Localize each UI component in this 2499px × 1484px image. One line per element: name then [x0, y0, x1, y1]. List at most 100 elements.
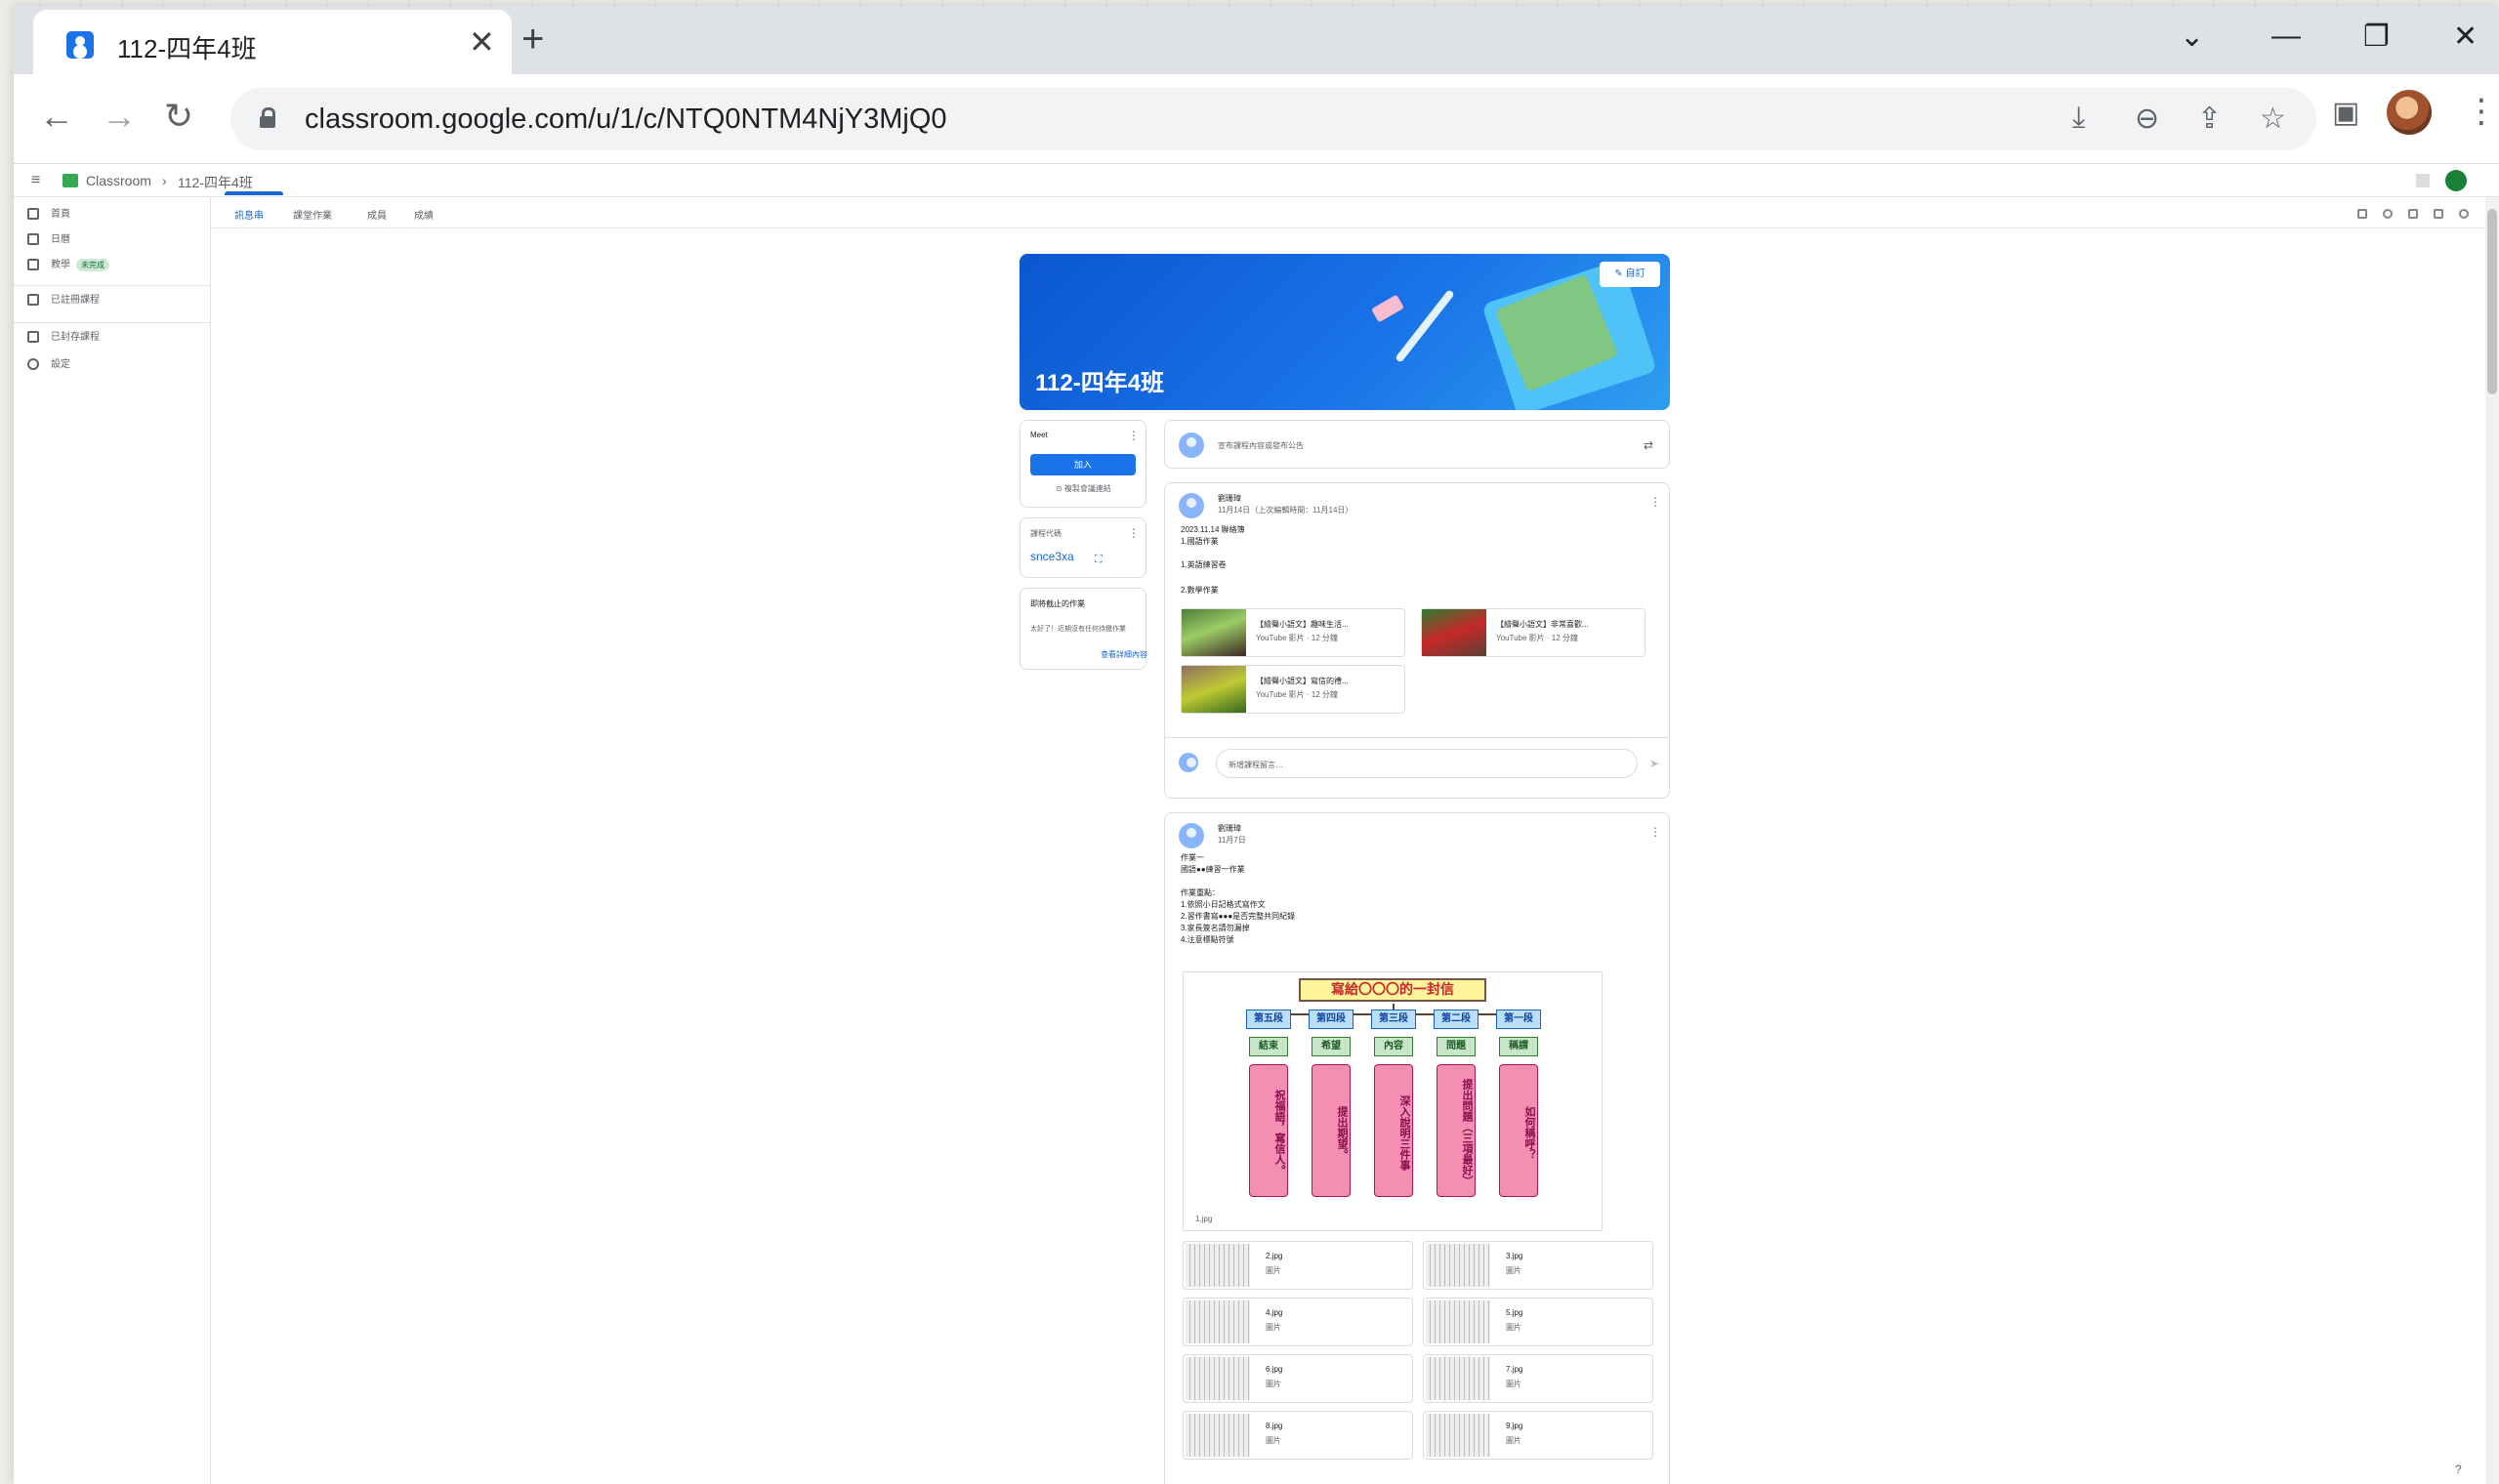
author-avatar — [1179, 493, 1204, 518]
image-caption: 1.jpg — [1195, 1215, 1213, 1223]
main-menu-icon[interactable]: ≡ — [31, 172, 40, 189]
close-window-button[interactable]: ✕ — [2453, 20, 2478, 54]
user-avatar — [1179, 433, 1204, 458]
attachment-type: 圖片 — [1266, 1266, 1281, 1275]
gear-icon[interactable] — [2459, 209, 2469, 219]
banner-title: 112-四年4班 — [1035, 370, 1165, 396]
image-attachment[interactable]: 3.jpg 圖片 — [1423, 1241, 1653, 1290]
tab-close-icon[interactable]: ✕ — [469, 23, 495, 61]
attachment-thumbnail — [1426, 1357, 1490, 1400]
account-avatar[interactable] — [2445, 170, 2467, 191]
archive-icon — [27, 331, 39, 344]
forward-button[interactable]: → — [102, 96, 137, 137]
letter-diagram-image[interactable]: 寫給〇〇〇的一封信 第五段 第四段 第三段 第二段 第一段 結束 希望 內容 問… — [1183, 971, 1603, 1231]
copy-meet-link[interactable]: ⊙ 複製會議連結 — [1056, 483, 1111, 494]
attachment-name: 2.jpg — [1266, 1252, 1283, 1260]
attachment-type: 圖片 — [1506, 1323, 1521, 1332]
video-attachment[interactable]: 【繪聲小語文】趣味生活... YouTube 影片 · 12 分鐘 — [1181, 608, 1405, 657]
meet-icon[interactable] — [2383, 209, 2393, 219]
image-attachment[interactable]: 4.jpg 圖片 — [1183, 1298, 1413, 1346]
image-attachment[interactable]: 9.jpg 圖片 — [1423, 1411, 1653, 1460]
breadcrumb-class[interactable]: 112-四年4班 — [178, 173, 253, 192]
join-button[interactable]: 加入 — [1030, 454, 1136, 475]
calendar-icon[interactable] — [2357, 209, 2367, 219]
view-all-link[interactable]: 查看詳細內容 — [1101, 649, 1147, 660]
reload-button[interactable]: ↻ — [164, 96, 193, 137]
attachment-name: 9.jpg — [1506, 1422, 1523, 1430]
diagram-header: 第四段 — [1309, 1010, 1354, 1029]
apps-grid-icon[interactable] — [2416, 174, 2430, 187]
comment-input[interactable]: 新增課程留言… — [1216, 749, 1638, 778]
sidebar-item-settings[interactable]: 設定 — [27, 355, 70, 381]
browser-menu-icon[interactable]: ⋮ — [2465, 92, 2498, 131]
attachment-thumbnail — [1426, 1300, 1490, 1343]
calendar-icon — [27, 233, 39, 246]
sidebar-item-teaching[interactable]: 教學 未完成 — [27, 256, 109, 281]
announce-placeholder[interactable]: 宣布課程內容或發布公告 — [1218, 440, 1304, 451]
tab-classwork[interactable]: 課堂作業 — [293, 207, 332, 222]
video-title: 【繪聲小語文】非常喜歡... — [1496, 620, 1589, 629]
tab-grades[interactable]: 成績 — [414, 207, 434, 222]
teaching-icon — [27, 259, 39, 271]
code-more-icon[interactable]: ⋮ — [1128, 526, 1140, 540]
tab-search-icon[interactable]: ⌄ — [2180, 20, 2204, 54]
restore-button[interactable]: ❐ — [2363, 20, 2390, 54]
browser-window: 112-四年4班 ✕ + ⌄ — ❐ ✕ ← → ↻ classroom.goo… — [14, 6, 2499, 1484]
customize-button[interactable]: ✎ 自訂 — [1600, 262, 1660, 287]
page-scrollbar[interactable] — [2485, 197, 2499, 1484]
profile-avatar[interactable] — [2387, 90, 2432, 135]
sidebar-item-label: 日曆 — [51, 234, 70, 245]
meet-more-icon[interactable]: ⋮ — [1128, 429, 1140, 442]
image-attachment[interactable]: 7.jpg 圖片 — [1423, 1354, 1653, 1403]
install-icon[interactable]: ⤓ — [2072, 102, 2085, 135]
send-icon[interactable]: ➤ — [1649, 757, 1659, 770]
video-title: 【繪聲小語文】寫信的禮... — [1256, 677, 1349, 685]
sidebar-item-label: 設定 — [51, 359, 70, 370]
back-button[interactable]: ← — [39, 96, 74, 137]
sidebar-item-enrolled[interactable]: 已註冊課程 — [27, 291, 100, 316]
share-icon[interactable]: ⇪ — [2197, 102, 2222, 136]
help-icon[interactable]: ? — [2455, 1463, 2462, 1476]
repost-icon[interactable]: ⇄ — [1644, 438, 1653, 452]
attachment-type: 圖片 — [1266, 1323, 1281, 1332]
commenter-avatar — [1179, 753, 1198, 772]
video-attachment[interactable]: 【繪聲小語文】寫信的禮... YouTube 影片 · 12 分鐘 — [1181, 665, 1405, 714]
post-more-icon[interactable]: ⋮ — [1649, 825, 1661, 839]
attachment-name: 4.jpg — [1266, 1308, 1283, 1317]
new-tab-button[interactable]: + — [521, 20, 544, 59]
fullscreen-icon[interactable]: ⛶ — [1095, 554, 1103, 566]
announce-box[interactable]: 宣布課程內容或發布公告 ⇄ — [1164, 420, 1670, 469]
classroom-logo-icon[interactable] — [62, 174, 78, 187]
drive-icon[interactable] — [2408, 209, 2418, 219]
image-attachment[interactable]: 8.jpg 圖片 — [1183, 1411, 1413, 1460]
tab-people[interactable]: 成員 — [367, 207, 387, 222]
bookmark-star-icon[interactable]: ☆ — [2260, 102, 2286, 136]
post-more-icon[interactable]: ⋮ — [1649, 495, 1661, 509]
minimize-button[interactable]: — — [2271, 20, 2301, 53]
video-attachment[interactable]: 【繪聲小語文】非常喜歡... YouTube 影片 · 12 分鐘 — [1421, 608, 1645, 657]
image-attachment[interactable]: 6.jpg 圖片 — [1183, 1354, 1413, 1403]
sidebar-item-calendar[interactable]: 日曆 — [27, 230, 70, 256]
tab-stream[interactable]: 訊息串 — [234, 207, 264, 222]
sidebar-item-archived[interactable]: 已封存課程 — [27, 328, 100, 353]
meet-title: Meet — [1030, 431, 1048, 439]
address-bar[interactable]: classroom.google.com/u/1/c/NTQ0NTM4NjY3M… — [230, 88, 2316, 150]
sidebar-item-home[interactable]: 首頁 — [27, 205, 70, 230]
image-attachment[interactable]: 2.jpg 圖片 — [1183, 1241, 1413, 1290]
comment-placeholder[interactable]: 新增課程留言… — [1229, 760, 1283, 770]
breadcrumb-app[interactable]: Classroom — [86, 173, 151, 188]
url-text[interactable]: classroom.google.com/u/1/c/NTQ0NTM4NjY3M… — [305, 103, 947, 136]
sidebar-item-label: 已封存課程 — [51, 332, 100, 343]
attachment-type: 圖片 — [1266, 1380, 1281, 1388]
browser-tab[interactable]: 112-四年4班 ✕ — [33, 10, 512, 74]
image-attachment[interactable]: 5.jpg 圖片 — [1423, 1298, 1653, 1346]
zoom-icon[interactable]: ⊖ — [2135, 102, 2159, 136]
scrollbar-thumb[interactable] — [2487, 209, 2497, 394]
attachment-thumbnail — [1186, 1244, 1250, 1287]
attachment-type: 圖片 — [1506, 1436, 1521, 1445]
attachment-type: 圖片 — [1506, 1380, 1521, 1388]
lock-icon[interactable] — [260, 107, 275, 129]
side-panel-icon[interactable]: ▣ — [2332, 96, 2359, 130]
diagram-subheader: 希望 — [1312, 1037, 1351, 1056]
lock-icon[interactable] — [2434, 209, 2443, 219]
